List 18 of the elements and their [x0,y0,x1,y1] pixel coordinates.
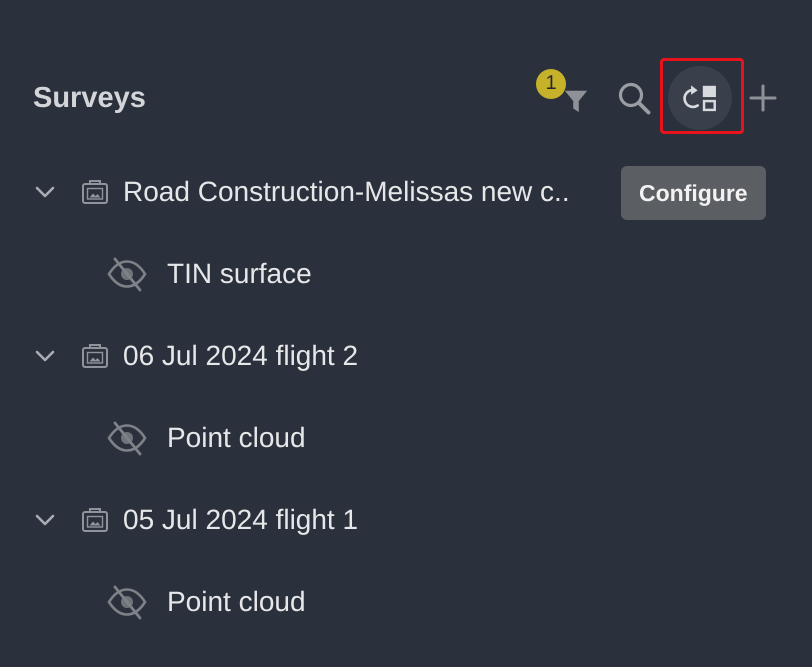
survey-name[interactable]: 05 Jul 2024 flight 1 [123,504,358,536]
search-icon [617,81,651,115]
layer-name[interactable]: TIN surface [167,258,312,290]
count-badge: 1 [536,68,566,98]
image-folder-icon [81,179,109,205]
rotate-layout-icon [681,83,719,113]
layer-name[interactable]: Point cloud [167,422,306,454]
tooltip: Configure [621,166,766,220]
panel-title: Surveys [33,82,146,114]
layer-name[interactable]: Point cloud [167,586,306,618]
eye-slash-icon[interactable] [106,256,148,292]
image-folder-icon [81,507,109,533]
plus-icon [749,84,777,112]
survey-name[interactable]: Road Construction-Melissas new c.. [123,176,570,208]
image-folder-icon [81,343,109,369]
eye-slash-icon[interactable] [106,420,148,456]
eye-slash-icon[interactable] [106,584,148,620]
survey-name[interactable]: 06 Jul 2024 flight 2 [123,340,358,372]
